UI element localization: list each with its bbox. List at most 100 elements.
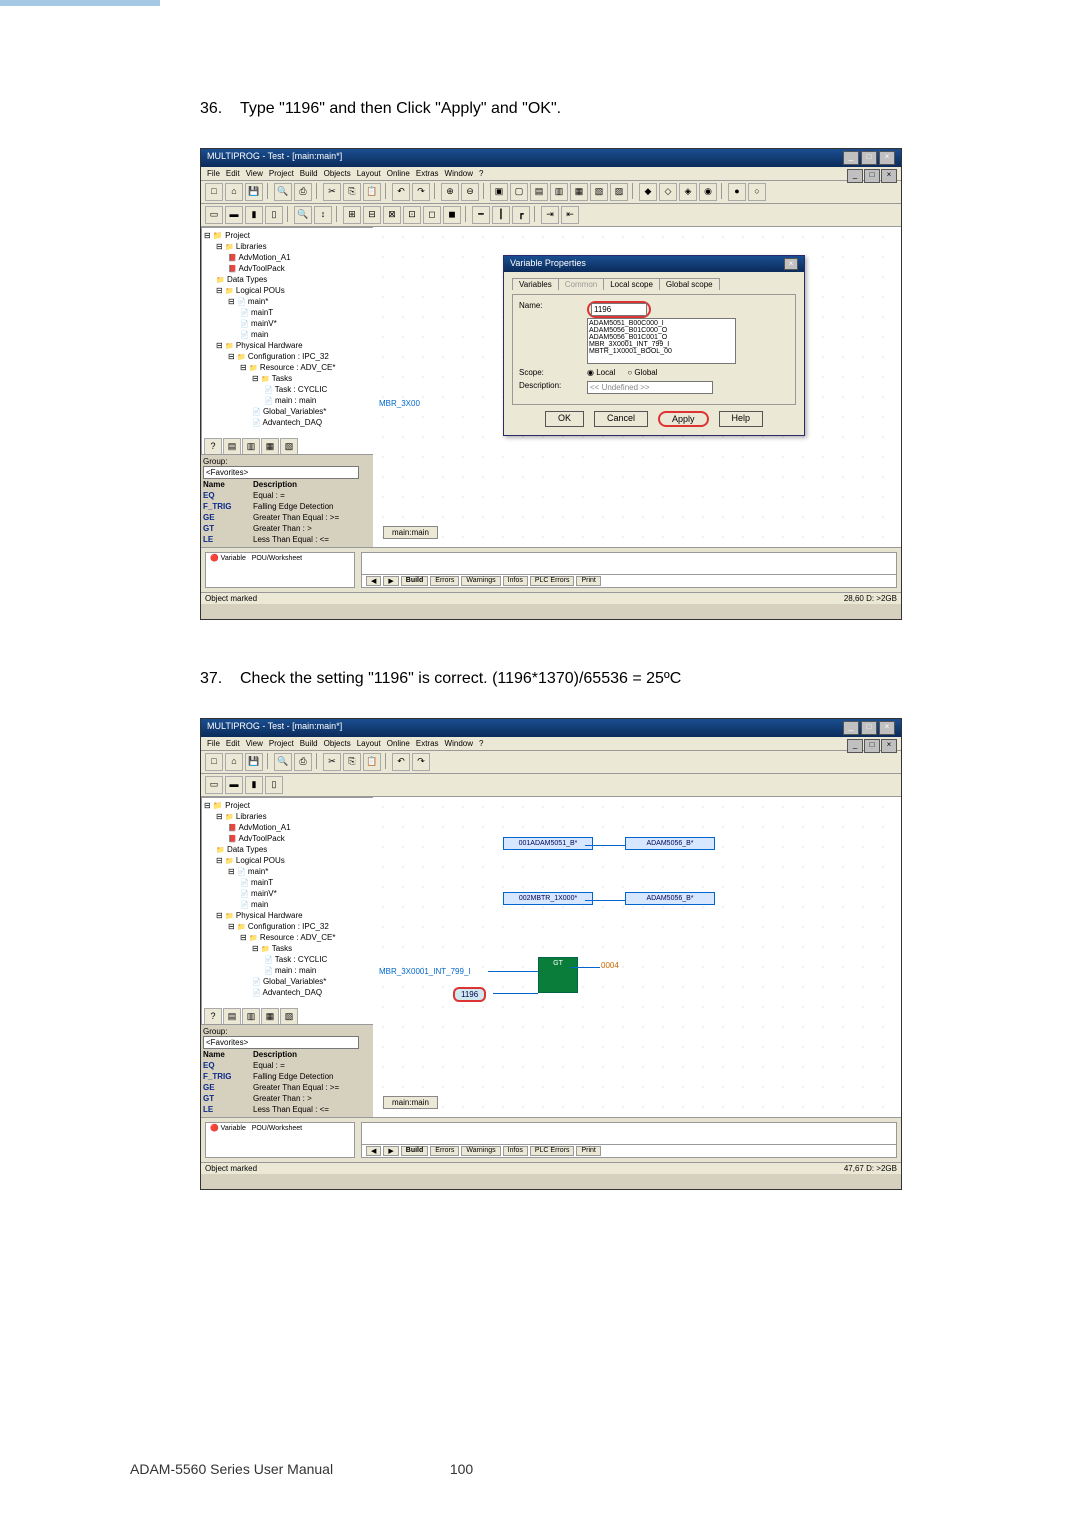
t1b-a[interactable]: □ — [205, 753, 223, 771]
group-row-ge[interactable]: GEGreater Than Equal : >= — [203, 512, 375, 523]
tree2-logicalpous[interactable]: ⊟ Logical POUs — [204, 855, 374, 866]
tool-paste[interactable]: 📋 — [363, 183, 381, 201]
tab-common[interactable]: Common — [558, 278, 604, 290]
tool-redo[interactable]: ↷ — [412, 183, 430, 201]
msg-tab-build[interactable]: Build — [401, 576, 429, 586]
tree2-tab-4[interactable]: ▦ — [261, 1008, 279, 1025]
close-button-2[interactable]: × — [879, 721, 895, 735]
t1b-d[interactable]: 🔍 — [274, 753, 292, 771]
menu2-file[interactable]: File — [207, 739, 220, 748]
tree2-physhw[interactable]: ⊟ Physical Hardware — [204, 910, 374, 921]
group2-row-le[interactable]: LELess Than Equal : <= — [203, 1104, 375, 1115]
group-row-eq[interactable]: EQEqual : = — [203, 490, 375, 501]
fbd-gt-block[interactable]: GT — [538, 957, 578, 993]
tree2-tab-2[interactable]: ▤ — [223, 1008, 241, 1025]
tool-print-preview[interactable]: 🔍 — [274, 183, 292, 201]
tool-j[interactable]: ◈ — [679, 183, 697, 201]
tool2-i[interactable]: ⊠ — [383, 206, 401, 224]
group2-row-ftrig[interactable]: F_TRIGFalling Edge Detection — [203, 1071, 375, 1082]
tool-print[interactable]: ⎙ — [294, 183, 312, 201]
msg2-tab-build[interactable]: Build — [401, 1146, 429, 1156]
tree2-mainv[interactable]: mainV* — [204, 888, 374, 899]
cancel-button[interactable]: Cancel — [594, 411, 648, 427]
msg2-tab-print[interactable]: Print — [576, 1146, 600, 1156]
tree2-tasks[interactable]: ⊟ Tasks — [204, 943, 374, 954]
minimize-button-2[interactable]: _ — [843, 721, 859, 735]
mdi-maximize-button[interactable]: □ — [864, 169, 880, 183]
group-row-gt[interactable]: GTGreater Than : > — [203, 523, 375, 534]
t2b-c[interactable]: ▮ — [245, 776, 263, 794]
menu2-online[interactable]: Online — [387, 739, 410, 748]
mdi2-max[interactable]: □ — [864, 739, 880, 753]
tool-l[interactable]: ● — [728, 183, 746, 201]
tool-zoomout[interactable]: ⊖ — [461, 183, 479, 201]
tree-tab-1[interactable]: ? — [204, 438, 222, 455]
editor-canvas[interactable]: MBR_3X00 Variable Properties × Variables… — [373, 227, 901, 547]
tool-g[interactable]: ▨ — [610, 183, 628, 201]
literal-1196[interactable]: 1196 — [453, 987, 486, 1002]
menu2-project[interactable]: Project — [269, 739, 294, 748]
group2-row-ge[interactable]: GEGreater Than Equal : >= — [203, 1082, 375, 1093]
project-tree[interactable]: ⊟ 📁 Project ⊟ Libraries AdvMotion_A1 Adv… — [201, 227, 377, 455]
tree-datatypes[interactable]: Data Types — [204, 274, 374, 285]
canvas2-var-label[interactable]: MBR_3X0001_INT_799_I — [379, 967, 471, 976]
t2b-d[interactable]: ▯ — [265, 776, 283, 794]
menu2-build[interactable]: Build — [300, 739, 318, 748]
fbd-block-2[interactable]: 002MBTR_1X000* — [503, 892, 593, 905]
menu-project[interactable]: Project — [269, 169, 294, 178]
tree2-advtoolpack[interactable]: AdvToolPack — [204, 833, 374, 844]
t1b-c[interactable]: 💾 — [245, 753, 263, 771]
tool-k[interactable]: ◉ — [699, 183, 717, 201]
tool2-d[interactable]: ▯ — [265, 206, 283, 224]
tree2-globalvars[interactable]: Global_Variables* — [204, 976, 374, 987]
menu-window[interactable]: Window — [445, 169, 473, 178]
tool2-m[interactable]: ━ — [472, 206, 490, 224]
name-listbox[interactable]: ADAM5051_B00C000_I ADAM5056_B01C000_O AD… — [587, 318, 736, 364]
tab-globalscope[interactable]: Global scope — [659, 278, 720, 290]
tree-globalvars[interactable]: Global_Variables* — [204, 406, 374, 417]
tree-root[interactable]: ⊟ 📁 Project — [204, 230, 374, 241]
fbd-block-2r[interactable]: ADAM5056_B* — [625, 892, 715, 905]
tool2-k[interactable]: ◻ — [423, 206, 441, 224]
ok-button[interactable]: OK — [545, 411, 584, 427]
tree-tasks[interactable]: ⊟ Tasks — [204, 373, 374, 384]
tree2-datatypes[interactable]: Data Types — [204, 844, 374, 855]
msg-tab-infos[interactable]: Infos — [503, 576, 528, 586]
tool-i[interactable]: ◇ — [659, 183, 677, 201]
group2-row-gt[interactable]: GTGreater Than : > — [203, 1093, 375, 1104]
menu-edit[interactable]: Edit — [226, 169, 240, 178]
tree-main[interactable]: ⊟ main* — [204, 296, 374, 307]
tree-libraries[interactable]: ⊟ Libraries — [204, 241, 374, 252]
editor-tab-main-2[interactable]: main:main — [383, 1096, 438, 1109]
menu2-layout[interactable]: Layout — [357, 739, 381, 748]
menu-help[interactable]: ? — [479, 169, 483, 178]
tab-localscope[interactable]: Local scope — [603, 278, 660, 290]
t1b-g[interactable]: ⎘ — [343, 753, 361, 771]
menu-extras[interactable]: Extras — [416, 169, 439, 178]
tool-undo[interactable]: ↶ — [392, 183, 410, 201]
tool2-f[interactable]: ↕ — [314, 206, 332, 224]
tool-save[interactable]: 💾 — [245, 183, 263, 201]
tool2-h[interactable]: ⊟ — [363, 206, 381, 224]
t1b-h[interactable]: 📋 — [363, 753, 381, 771]
maximize-button[interactable]: □ — [861, 151, 877, 165]
fbd-block-1r[interactable]: ADAM5056_B* — [625, 837, 715, 850]
tree-advtoolpack[interactable]: AdvToolPack — [204, 263, 374, 274]
tree-mainws[interactable]: main — [204, 329, 374, 340]
scope-global-radio[interactable]: ○ Global — [627, 368, 657, 377]
desc-input[interactable]: << Undefined >> — [587, 381, 713, 394]
editor-canvas-2[interactable]: 001ADAM5051_B* ADAM5056_B* 002MBTR_1X000… — [373, 797, 901, 1117]
tree-advdaq[interactable]: Advantech_DAQ — [204, 417, 374, 428]
tree2-config[interactable]: ⊟ Configuration : IPC_32 — [204, 921, 374, 932]
fbd-block-1[interactable]: 001ADAM5051_B* — [503, 837, 593, 850]
tool-open[interactable]: ⌂ — [225, 183, 243, 201]
tool-h[interactable]: ◆ — [639, 183, 657, 201]
tree-mainmain[interactable]: main : main — [204, 395, 374, 406]
name-input[interactable]: 1196 — [591, 303, 647, 316]
minimize-button[interactable]: _ — [843, 151, 859, 165]
tool-f[interactable]: ▧ — [590, 183, 608, 201]
tool-m[interactable]: ○ — [748, 183, 766, 201]
tree-tab-2[interactable]: ▤ — [223, 438, 241, 455]
tree2-task-cyclic[interactable]: Task : CYCLIC — [204, 954, 374, 965]
tree2-root[interactable]: ⊟ 📁 Project — [204, 800, 374, 811]
